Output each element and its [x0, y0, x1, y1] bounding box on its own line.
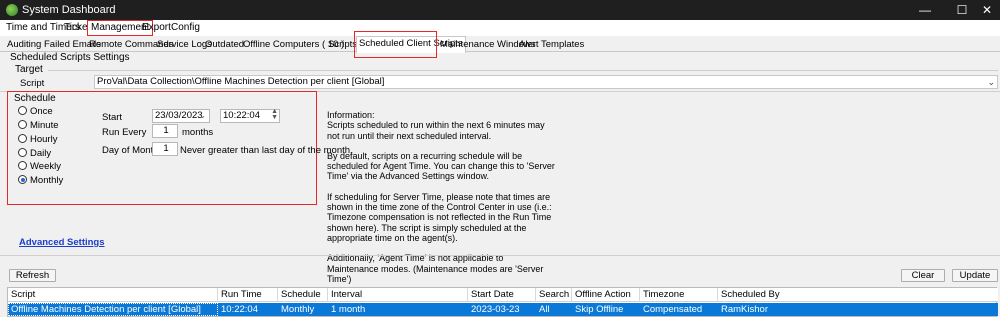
information-paragraph: By default, scripts on a recurring sched… — [327, 150, 555, 182]
information-heading: Information: — [327, 110, 375, 120]
tab-outdated[interactable]: Outdated — [203, 38, 246, 52]
tab-alert-templates[interactable]: Alert Templates — [517, 38, 586, 52]
column-header-script[interactable]: Script — [8, 288, 218, 302]
target-group-divider — [48, 70, 998, 71]
chevron-down-icon: ⌄ — [199, 111, 206, 120]
column-header-start-date[interactable]: Start Date — [468, 288, 536, 302]
radio-minute-label: Minute — [30, 120, 59, 131]
column-header-scheduled-by[interactable]: Scheduled By — [718, 288, 996, 302]
radio-circle-icon — [18, 120, 27, 129]
cell-run-time: 10:22:04 — [221, 304, 258, 315]
run-every-value: 1 — [163, 125, 169, 136]
tab-scripts[interactable]: Scripts — [326, 38, 359, 52]
column-header-timezone[interactable]: Timezone — [640, 288, 718, 302]
column-header-interval[interactable]: Interval — [328, 288, 468, 302]
information-paragraph: If scheduling for Server Time, please no… — [327, 191, 552, 243]
run-every-input[interactable]: 1 — [152, 124, 178, 138]
cell-script: Offline Machines Detection per client [G… — [11, 304, 201, 315]
cell-offline-action: Skip Offline — [575, 304, 624, 315]
script-label: Script — [20, 78, 45, 89]
script-select[interactable]: ProVal\Data Collection\Offline Machines … — [94, 75, 998, 89]
column-header-offline-action[interactable]: Offline Action — [572, 288, 640, 302]
column-header-search[interactable]: Search — [536, 288, 572, 302]
cell-search: All — [539, 304, 550, 315]
radio-circle-icon — [18, 148, 27, 157]
radio-circle-icon — [18, 134, 27, 143]
schedule-group-caption: Schedule — [14, 93, 56, 104]
start-time-picker[interactable]: 10:22:04 ▲ ▼ — [220, 108, 280, 123]
advanced-settings-link[interactable]: Advanced Settings — [19, 237, 105, 248]
cell-interval: 1 month — [331, 304, 366, 315]
title-bar: System Dashboard — ☐ ✕ — [0, 0, 1000, 20]
close-button[interactable]: ✕ — [970, 0, 1000, 20]
information-paragraph: Additionally, 'Agent Time' is not applic… — [327, 253, 544, 284]
cell-timezone: Compensated — [643, 304, 703, 315]
run-every-label: Run Every — [102, 127, 147, 138]
spinner-arrows-icon: ▲ ▼ — [271, 108, 278, 121]
window-title: System Dashboard — [22, 4, 116, 16]
clear-button[interactable]: Clear — [901, 269, 945, 282]
day-of-month-input[interactable]: 1 — [152, 142, 178, 156]
radio-minute[interactable]: Minute — [18, 120, 59, 132]
start-time-value: 10:22:04 — [223, 110, 260, 121]
cell-start-date: 2023-03-23 — [471, 304, 520, 315]
app-logo-icon — [6, 4, 18, 16]
menu-bar: Time and Timers Tickets Management Expor… — [0, 20, 1000, 36]
radio-circle-icon — [18, 161, 27, 170]
tab-auditing[interactable]: Auditing — [5, 38, 43, 52]
cell-scheduled-by: RamKishor — [721, 304, 768, 315]
day-of-month-value: 1 — [163, 143, 169, 154]
radio-once[interactable]: Once — [18, 106, 53, 118]
radio-hourly[interactable]: Hourly — [18, 134, 57, 146]
menu-config[interactable]: Config — [168, 21, 203, 35]
scheduled-scripts-grid: Script Run Time Schedule Interval Start … — [7, 287, 998, 317]
target-group-caption: Target — [15, 64, 43, 75]
radio-hourly-label: Hourly — [30, 134, 58, 145]
minimize-button[interactable]: — — [908, 0, 942, 20]
radio-monthly[interactable]: Monthly — [18, 175, 63, 187]
radio-daily-label: Daily — [30, 148, 52, 159]
start-label: Start — [102, 112, 123, 123]
radio-weekly[interactable]: Weekly — [18, 161, 61, 173]
radio-weekly-label: Weekly — [30, 161, 61, 172]
information-paragraph: Scripts scheduled to run within the next… — [327, 120, 545, 141]
update-button[interactable]: Update — [952, 269, 998, 282]
radio-once-label: Once — [30, 106, 53, 117]
grid-header: Script Run Time Schedule Interval Start … — [8, 288, 998, 302]
radio-circle-icon — [18, 175, 27, 184]
radio-daily[interactable]: Daily — [18, 148, 51, 160]
column-header-run-time[interactable]: Run Time — [218, 288, 278, 302]
radio-monthly-label: Monthly — [30, 175, 64, 186]
information-panel: Information: Scripts scheduled to run wi… — [327, 110, 557, 294]
script-select-value: ProVal\Data Collection\Offline Machines … — [97, 76, 385, 87]
settings-section-title: Scheduled Scripts Settings — [10, 52, 130, 63]
tab-strip: Auditing Failed Emails Remote Commands S… — [0, 36, 1000, 53]
table-row[interactable]: Offline Machines Detection per client [G… — [8, 303, 998, 316]
radio-circle-icon — [18, 106, 27, 115]
buttons-divider — [0, 255, 1000, 256]
chevron-down-icon: ⌄ — [987, 77, 995, 87]
run-every-unit: months — [182, 127, 214, 138]
refresh-button[interactable]: Refresh — [9, 269, 56, 282]
day-of-month-label: Day of Month — [102, 145, 159, 156]
column-header-schedule[interactable]: Schedule — [278, 288, 328, 302]
start-date-picker[interactable]: 23/03/2023 ⌄ — [152, 109, 210, 123]
cell-schedule: Monthly — [281, 304, 315, 315]
start-date-value: 23/03/2023 — [155, 110, 203, 121]
